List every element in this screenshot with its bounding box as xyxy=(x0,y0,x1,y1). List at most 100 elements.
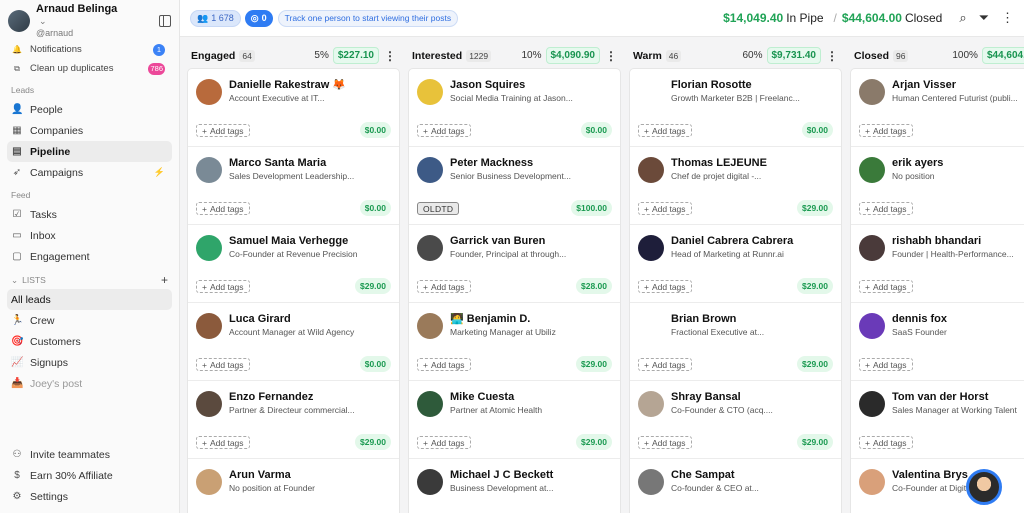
deal-value[interactable]: $29.00 xyxy=(797,278,833,294)
lead-card[interactable]: Daniel Cabrera Cabrera Head of Marketing … xyxy=(630,225,841,303)
sidebar-item-companies[interactable]: ▦ Companies xyxy=(0,120,179,141)
chevron-down-icon[interactable]: ⌄ xyxy=(11,275,18,286)
deal-value[interactable]: $0.00 xyxy=(359,200,391,216)
lead-name[interactable]: Luca Girard xyxy=(229,313,391,326)
deal-value[interactable]: $0.00 xyxy=(801,122,833,138)
sidebar-item-joey-s-post[interactable]: 📥 Joey's post xyxy=(0,373,179,394)
lead-card[interactable]: Arjan Visser Human Centered Futurist (pub… xyxy=(851,69,1024,147)
sidebar-item-clean-up-duplicates[interactable]: ⧉ Clean up duplicates 786 xyxy=(0,59,179,78)
add-tags-button[interactable]: + Add tags xyxy=(638,280,692,293)
more-icon[interactable]: ⋮ xyxy=(605,49,617,63)
lead-name[interactable]: Brian Brown xyxy=(671,313,833,326)
sidebar-item-tasks[interactable]: ☑ Tasks xyxy=(0,204,179,225)
lead-name[interactable]: Thomas LEJEUNE xyxy=(671,157,833,170)
more-icon[interactable]: ⋮ xyxy=(826,49,838,63)
add-tags-button[interactable]: + Add tags xyxy=(859,436,913,449)
lead-name[interactable]: erik ayers xyxy=(892,157,1024,170)
deal-value[interactable]: $29.00 xyxy=(797,434,833,450)
lead-name[interactable]: Danielle Rakestraw 🦊 xyxy=(229,79,391,92)
tracked-count-pill[interactable]: ◎ 0 xyxy=(244,9,273,27)
sidebar-item-pipeline[interactable]: ▤ Pipeline xyxy=(7,141,172,162)
lead-name[interactable]: 🧑‍💻 Benjamin D. xyxy=(450,313,612,326)
add-tags-button[interactable]: + Add tags xyxy=(196,124,250,137)
lead-card[interactable]: Peter Mackness Senior Business Developmen… xyxy=(409,147,620,225)
sidebar-item-earn-30-affiliate[interactable]: $ Earn 30% Affiliate xyxy=(0,465,179,486)
support-chat-button[interactable] xyxy=(966,469,1002,505)
deal-value[interactable]: $29.00 xyxy=(355,278,391,294)
lead-name[interactable]: rishabh bhandari xyxy=(892,235,1024,248)
lead-card[interactable]: erik ayers No position + Add tags xyxy=(851,147,1024,225)
search-icon[interactable]: ⌕ xyxy=(959,10,966,26)
sidebar-item-crew[interactable]: 🏃 Crew xyxy=(0,310,179,331)
add-tags-button[interactable]: + Add tags xyxy=(638,358,692,371)
lead-name[interactable]: Florian Rosotte xyxy=(671,79,833,92)
lead-card[interactable]: Mike Cuesta Partner at Atomic Health + Add … xyxy=(409,381,620,459)
column-value[interactable]: $227.10 xyxy=(332,47,379,64)
sidebar-item-invite-teammates[interactable]: ⚇ Invite teammates xyxy=(0,444,179,465)
tag-chip[interactable]: OLDTD xyxy=(417,202,460,215)
track-person-button[interactable]: Track one person to start viewing their … xyxy=(277,9,459,27)
sidebar-item-all-leads[interactable]: All leads xyxy=(7,289,172,310)
user-menu[interactable]: Arnaud Belinga ⌄ @arnaud xyxy=(0,0,179,38)
lead-card[interactable]: Marco Santa Maria Sales Development Leade… xyxy=(188,147,399,225)
lead-name[interactable]: Marco Santa Maria xyxy=(229,157,391,170)
sidebar-item-notifications[interactable]: 🔔 Notifications 1 xyxy=(0,40,179,59)
add-tags-button[interactable]: + Add tags xyxy=(196,358,250,371)
lead-card[interactable]: Garrick van Buren Founder, Principal at t… xyxy=(409,225,620,303)
sidebar-item-signups[interactable]: 📈 Signups xyxy=(0,352,179,373)
lead-card[interactable]: Danielle Rakestraw 🦊 Account Executive at… xyxy=(188,69,399,147)
lead-card[interactable]: Luca Girard Account Manager at Wild Agenc… xyxy=(188,303,399,381)
add-tags-button[interactable]: + Add tags xyxy=(417,280,471,293)
add-tags-button[interactable]: + Add tags xyxy=(196,280,250,293)
lead-card[interactable]: Brian Brown Fractional Executive at... + Ad… xyxy=(630,303,841,381)
column-value[interactable]: $9,731.40 xyxy=(766,47,821,64)
lead-card[interactable]: dennis fox SaaS Founder + Add tags xyxy=(851,303,1024,381)
add-tags-button[interactable]: + Add tags xyxy=(417,124,471,137)
column-value[interactable]: $44,604.00 xyxy=(981,47,1024,64)
lead-name[interactable]: dennis fox xyxy=(892,313,1024,326)
deal-value[interactable]: $100.00 xyxy=(571,200,612,216)
lead-card[interactable]: Arun VarmaNo position at Founder+Add tag… xyxy=(188,459,399,513)
deal-value[interactable]: $0.00 xyxy=(359,122,391,138)
add-tags-button[interactable]: + Add tags xyxy=(417,436,471,449)
deal-value[interactable]: $29.00 xyxy=(576,356,612,372)
deal-value[interactable]: $29.00 xyxy=(797,200,833,216)
add-tags-button[interactable]: + Add tags xyxy=(196,202,250,215)
add-tags-button[interactable]: + Add tags xyxy=(859,124,913,137)
lead-card[interactable]: Thomas LEJEUNE Chef de projet digital -..… xyxy=(630,147,841,225)
lead-card[interactable]: Florian Rosotte Growth Marketer B2B | Fre… xyxy=(630,69,841,147)
lead-name[interactable]: Garrick van Buren xyxy=(450,235,612,248)
lead-card[interactable]: rishabh bhandari Founder | Health-Perform… xyxy=(851,225,1024,303)
more-icon[interactable]: ⋮ xyxy=(1001,10,1014,26)
add-tags-button[interactable]: + Add tags xyxy=(638,124,692,137)
sidebar-item-customers[interactable]: 🎯 Customers xyxy=(0,331,179,352)
deal-value[interactable]: $0.00 xyxy=(580,122,612,138)
lead-card[interactable]: Shray Bansal Co-Founder & CTO (acq.... + Ad… xyxy=(630,381,841,459)
add-list-icon[interactable]: + xyxy=(161,273,168,287)
deal-value[interactable]: $29.00 xyxy=(797,356,833,372)
add-tags-button[interactable]: + Add tags xyxy=(417,358,471,371)
sidebar-item-engagement[interactable]: ▢ Engagement xyxy=(0,246,179,267)
deal-value[interactable]: $29.00 xyxy=(355,434,391,450)
add-tags-button[interactable]: + Add tags xyxy=(859,280,913,293)
lead-name[interactable]: Samuel Maia Verhegge xyxy=(229,235,391,248)
add-tags-button[interactable]: + Add tags xyxy=(638,436,692,449)
column-value[interactable]: $4,090.90 xyxy=(545,47,600,64)
lead-card[interactable]: 🧑‍💻 Benjamin D. Marketing Manager at Ubil… xyxy=(409,303,620,381)
add-tags-button[interactable]: + Add tags xyxy=(196,436,250,449)
lead-name[interactable]: Michael J C Beckett xyxy=(450,469,612,482)
lead-name[interactable]: Tom van der Horst xyxy=(892,391,1024,404)
deal-value[interactable]: $28.00 xyxy=(576,278,612,294)
lead-name[interactable]: Arjan Visser xyxy=(892,79,1024,92)
sidebar-item-people[interactable]: 👤 People xyxy=(0,99,179,120)
lead-card[interactable]: Samuel Maia Verhegge Co-Founder at Revenu… xyxy=(188,225,399,303)
lead-name[interactable]: Shray Bansal xyxy=(671,391,833,404)
sidebar-item-inbox[interactable]: ▭ Inbox xyxy=(0,225,179,246)
lead-name[interactable]: Che Sampat xyxy=(671,469,833,482)
lead-name[interactable]: Jason Squires xyxy=(450,79,612,92)
lead-card[interactable]: Enzo Fernandez Partner & Directeur commer… xyxy=(188,381,399,459)
lead-card[interactable]: Jason Squires Social Media Training at Ja… xyxy=(409,69,620,147)
lead-card[interactable]: Tom van der Horst Sales Manager at Workin… xyxy=(851,381,1024,459)
lead-card[interactable]: Michael J C Beckett Business Development … xyxy=(409,459,620,513)
people-count-pill[interactable]: 👥 1 678 xyxy=(190,9,241,27)
